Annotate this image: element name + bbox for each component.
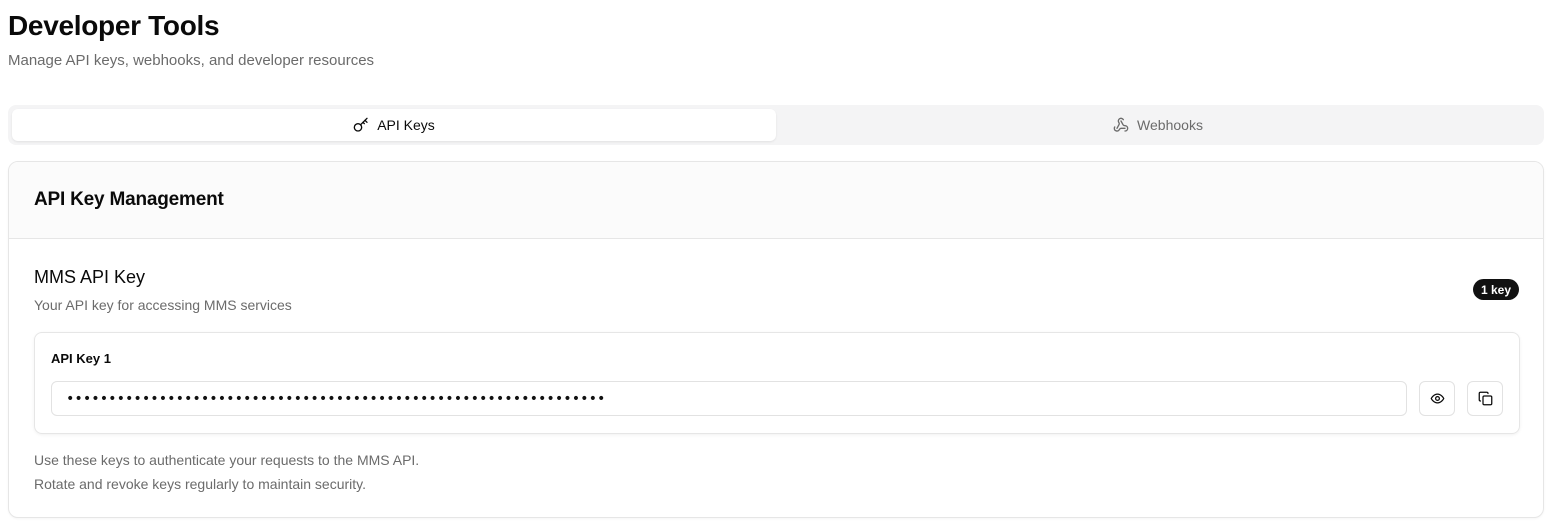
- key-count-badge: 1 key: [1472, 279, 1519, 300]
- usage-note: Use these keys to authenticate your requ…: [34, 452, 420, 468]
- tab-api-keys-label: API Keys: [377, 117, 435, 133]
- api-key-item: API Key 1: [34, 332, 1520, 434]
- eye-icon: [1430, 393, 1444, 404]
- security-note: Rotate and revoke keys regularly to main…: [34, 476, 367, 492]
- section-description: Your API key for accessing MMS services: [34, 297, 292, 313]
- page-subtitle: Manage API keys, webhooks, and developer…: [8, 52, 375, 69]
- copy-icon: [1478, 391, 1492, 406]
- show-key-button[interactable]: [1419, 381, 1455, 416]
- tab-webhooks-label: Webhooks: [1137, 117, 1203, 133]
- page-title: Developer Tools: [8, 10, 220, 41]
- copy-key-button[interactable]: [1467, 381, 1503, 416]
- card-header: API Key Management: [9, 162, 1543, 239]
- card-title: API Key Management: [34, 189, 224, 210]
- webhook-icon: [1113, 117, 1129, 132]
- key-icon: [353, 117, 368, 132]
- tab-bar: API Keys Webhooks: [8, 105, 1544, 145]
- api-key-field[interactable]: [51, 381, 1407, 416]
- tab-webhooks[interactable]: Webhooks: [776, 109, 1540, 141]
- api-key-label: API Key 1: [51, 351, 111, 366]
- section-title: MMS API Key: [34, 267, 146, 287]
- tab-api-keys[interactable]: API Keys: [12, 109, 776, 141]
- api-key-management-card: API Key Management MMS API Key Your API …: [8, 161, 1544, 518]
